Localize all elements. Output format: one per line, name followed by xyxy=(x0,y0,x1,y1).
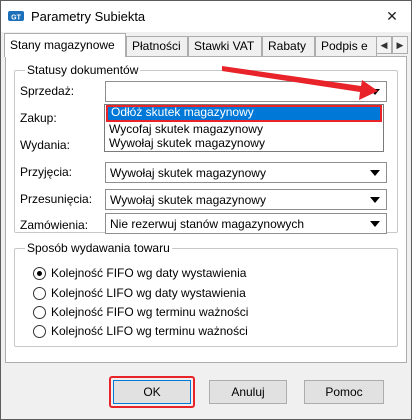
title-bar: GT Parametry Subiekta ✕ xyxy=(1,1,411,32)
radio-label: Kolejność LIFO wg daty wystawienia xyxy=(51,286,246,300)
radio-label: Kolejność LIFO wg terminu ważności xyxy=(51,324,248,338)
label-przyjecia: Przyjęcia: xyxy=(20,165,73,179)
select-przesuniecia[interactable]: Wywołaj skutek magazynowy xyxy=(105,189,387,210)
tab-stany-magazynowe[interactable]: Stany magazynowe xyxy=(4,33,126,57)
chevron-down-icon[interactable] xyxy=(370,221,380,227)
chevron-down-icon[interactable] xyxy=(370,197,380,203)
dialog-window: GT Parametry Subiekta ✕ Stany magazynowe… xyxy=(0,0,412,420)
chevron-down-icon[interactable] xyxy=(370,89,380,95)
svg-text:GT: GT xyxy=(11,15,21,22)
label-wydania: Wydania: xyxy=(20,138,70,152)
tab-scroll-left-icon[interactable]: ◀ xyxy=(376,36,392,54)
select-sprzedaz[interactable] xyxy=(105,81,387,102)
label-przesuniecia: Przesunięcia: xyxy=(20,192,93,206)
tab-platnosci[interactable]: Płatności xyxy=(126,36,188,56)
close-icon[interactable]: ✕ xyxy=(382,6,402,26)
group-title-sposob: Sposób wydawania towaru xyxy=(25,241,172,255)
radio-label: Kolejność FIFO wg daty wystawienia xyxy=(51,266,247,280)
dropdown-option-wywolaj[interactable]: Wywołaj skutek magazynowy xyxy=(106,136,382,151)
help-button[interactable]: Pomoc xyxy=(304,380,384,404)
sprzedaz-dropdown-list[interactable]: Odłóż skutek magazynowy Wycofaj skutek m… xyxy=(104,104,384,152)
radio-button[interactable] xyxy=(33,306,46,319)
label-zakup: Zakup: xyxy=(20,111,57,125)
select-przesuniecia-value: Wywołaj skutek magazynowy xyxy=(110,193,266,207)
select-przyjecia[interactable]: Wywołaj skutek magazynowy xyxy=(105,162,387,183)
ok-button[interactable]: OK xyxy=(113,380,191,404)
cancel-button[interactable]: Anuluj xyxy=(209,380,287,404)
label-zamowienia: Zamówienia: xyxy=(20,218,89,232)
radio-label: Kolejność FIFO wg terminu ważności xyxy=(51,305,249,319)
tab-scroll-right-icon[interactable]: ▶ xyxy=(392,36,408,54)
select-zamowienia[interactable]: Nie rezerwuj stanów magazynowych xyxy=(105,213,387,234)
button-bar: OK Anuluj Pomoc xyxy=(1,364,411,419)
select-zamowienia-value: Nie rezerwuj stanów magazynowych xyxy=(110,217,305,231)
radio-button[interactable] xyxy=(33,325,46,338)
dropdown-option-wycofaj[interactable]: Wycofaj skutek magazynowy xyxy=(106,122,382,137)
radio-button-checked[interactable] xyxy=(33,267,46,280)
chevron-down-icon[interactable] xyxy=(370,170,380,176)
window-title: Parametry Subiekta xyxy=(31,9,146,24)
label-sprzedaz: Sprzedaż: xyxy=(20,84,75,98)
tab-rabaty[interactable]: Rabaty xyxy=(262,36,315,56)
dropdown-option-odloz[interactable]: Odłóż skutek magazynowy xyxy=(106,105,382,122)
radio-button[interactable] xyxy=(33,287,46,300)
subiekt-app-icon: GT xyxy=(8,9,24,23)
tab-podpis[interactable]: Podpis e xyxy=(315,36,377,56)
tab-stawki-vat[interactable]: Stawki VAT xyxy=(188,36,262,56)
tab-strip: Stany magazynowe Płatności Stawki VAT Ra… xyxy=(1,33,411,57)
tab-panel-stany-magazynowe: Statusy dokumentów Sprzedaż: Zakup: Wyda… xyxy=(5,56,407,363)
select-przyjecia-value: Wywołaj skutek magazynowy xyxy=(110,166,266,180)
group-title-statusy: Statusy dokumentów xyxy=(25,63,141,77)
